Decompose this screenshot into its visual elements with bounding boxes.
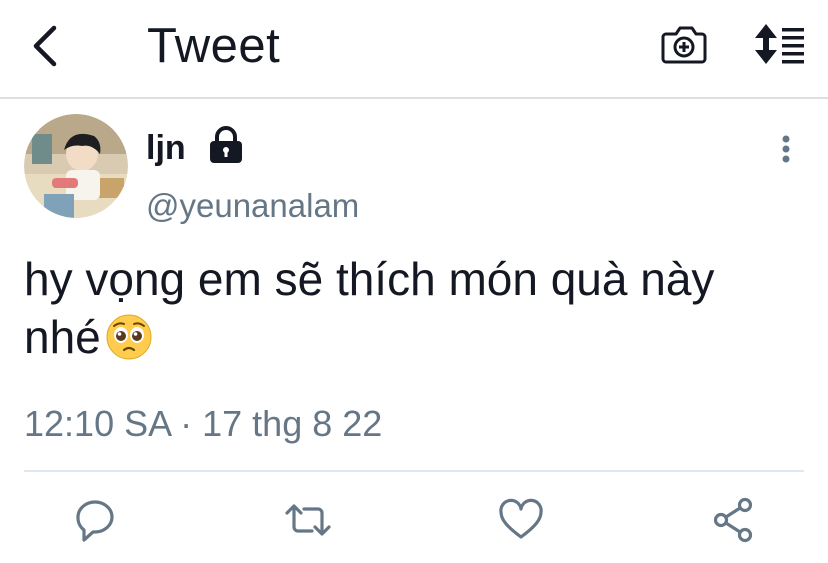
pleading-face-emoji-icon xyxy=(105,313,153,361)
avatar[interactable] xyxy=(24,114,128,218)
divider xyxy=(24,470,804,472)
like-icon[interactable] xyxy=(496,495,546,545)
more-options-icon[interactable] xyxy=(772,130,800,170)
tweet-text-line-2: nhé xyxy=(24,308,814,366)
retweet-icon[interactable] xyxy=(283,495,333,545)
tweet-text-line-2-text: nhé xyxy=(24,311,101,363)
lock-icon xyxy=(206,126,246,164)
sort-icon[interactable] xyxy=(752,22,808,66)
tweet-text-line-1: hy vọng em sẽ thích món quà này xyxy=(24,253,715,305)
tweet-timestamp: 12:10 SA · 17 thg 8 22 xyxy=(24,403,383,444)
author-display-name[interactable]: ljn xyxy=(146,128,186,168)
tweet-text: hy vọng em sẽ thích món quà này nhé xyxy=(24,250,814,366)
top-bar: Tweet xyxy=(0,0,828,99)
camera-icon[interactable] xyxy=(660,22,708,66)
author-username[interactable]: @yeunanalam xyxy=(146,186,359,226)
page-title: Tweet xyxy=(147,19,281,73)
share-icon[interactable] xyxy=(710,495,760,545)
back-chevron-icon[interactable] xyxy=(28,24,64,68)
reply-icon[interactable] xyxy=(70,495,120,545)
